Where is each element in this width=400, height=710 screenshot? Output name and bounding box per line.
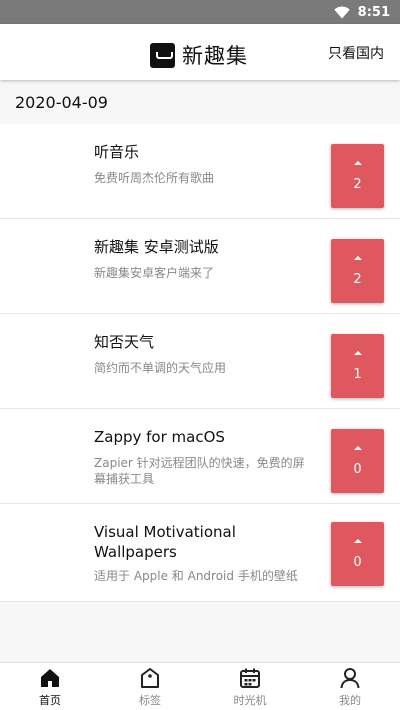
vote-count: 2 <box>353 271 362 287</box>
calendar-icon <box>240 668 260 688</box>
item-title: Zappy for macOS <box>94 428 225 446</box>
item-title: 新趣集 安卓测试版 <box>94 238 219 256</box>
upvote-arrow-icon <box>353 350 362 355</box>
home-icon <box>41 669 59 687</box>
tab-tags[interactable]: 标签 <box>100 663 200 710</box>
tab-label: 首页 <box>39 694 61 707</box>
product-list: 听音乐 免费听周杰伦所有歌曲 2 新趣集 安卓测试版 新趣集安卓客户端来了 2 … <box>0 124 400 602</box>
upvote-button[interactable]: 0 <box>331 429 384 493</box>
feed-content[interactable]: 2020-04-09 听音乐 免费听周杰伦所有歌曲 2 新趣集 安卓测试版 新趣… <box>0 80 400 662</box>
wifi-icon <box>333 5 350 18</box>
app-logo: 新趣集 <box>150 40 248 70</box>
list-item-text: Zappy for macOS Zapier 针对远程团队的快速，免费的屏幕捕获… <box>94 427 314 487</box>
list-item[interactable]: Zappy for macOS Zapier 针对远程团队的快速，免费的屏幕捕获… <box>0 409 400 504</box>
item-description: 免费听周杰伦所有歌曲 <box>94 171 215 185</box>
vote-count: 2 <box>353 176 362 192</box>
tab-label: 时光机 <box>233 694 267 707</box>
upvote-button[interactable]: 0 <box>331 522 384 586</box>
list-item-text: 知否天气 简约而不单调的天气应用 <box>94 332 314 376</box>
tab-home[interactable]: 首页 <box>0 663 100 710</box>
item-title: Visual Motivational Wallpapers <box>94 523 236 561</box>
upvote-arrow-icon <box>353 255 362 260</box>
upvote-arrow-icon <box>353 445 362 450</box>
item-description: Zapier 针对远程团队的快速，免费的屏幕捕获工具 <box>94 456 305 486</box>
user-icon <box>340 668 360 689</box>
tab-label: 我的 <box>339 694 361 707</box>
upvote-button[interactable]: 1 <box>331 334 384 398</box>
upvote-button[interactable]: 2 <box>331 144 384 208</box>
status-time: 8:51 <box>357 4 390 20</box>
vote-count: 0 <box>353 461 362 477</box>
list-item[interactable]: 知否天气 简约而不单调的天气应用 1 <box>0 314 400 409</box>
logo-icon <box>150 42 175 68</box>
item-description: 适用于 Apple 和 Android 手机的壁纸 <box>94 569 298 583</box>
list-item[interactable]: Visual Motivational Wallpapers 适用于 Apple… <box>0 504 400 602</box>
tab-time-machine[interactable]: 时光机 <box>200 663 300 710</box>
feed-date: 2020-04-09 <box>0 80 400 124</box>
upvote-arrow-icon <box>353 160 362 165</box>
status-bar: 8:51 <box>0 0 400 24</box>
tab-label: 标签 <box>139 694 161 707</box>
list-item-text: Visual Motivational Wallpapers 适用于 Apple… <box>94 522 314 584</box>
item-title: 听音乐 <box>94 143 140 161</box>
tag-icon <box>141 668 159 688</box>
item-description: 简约而不单调的天气应用 <box>94 361 227 375</box>
list-item-text: 听音乐 免费听周杰伦所有歌曲 <box>94 142 314 186</box>
list-item[interactable]: 新趣集 安卓测试版 新趣集安卓客户端来了 2 <box>0 219 400 314</box>
list-item-text: 新趣集 安卓测试版 新趣集安卓客户端来了 <box>94 237 314 281</box>
item-title: 知否天气 <box>94 333 155 351</box>
domestic-only-filter-button[interactable]: 只看国内 <box>328 43 384 63</box>
tab-profile[interactable]: 我的 <box>300 663 400 710</box>
upvote-arrow-icon <box>353 538 362 543</box>
vote-count: 0 <box>353 554 362 570</box>
vote-count: 1 <box>353 366 362 382</box>
app-header: 新趣集 只看国内 <box>0 24 400 80</box>
upvote-button[interactable]: 2 <box>331 239 384 303</box>
logo-text: 新趣集 <box>182 44 248 68</box>
list-item[interactable]: 听音乐 免费听周杰伦所有歌曲 2 <box>0 124 400 219</box>
item-description: 新趣集安卓客户端来了 <box>94 266 215 280</box>
bottom-tab-bar: 首页 标签 时光机 我的 <box>0 662 400 710</box>
